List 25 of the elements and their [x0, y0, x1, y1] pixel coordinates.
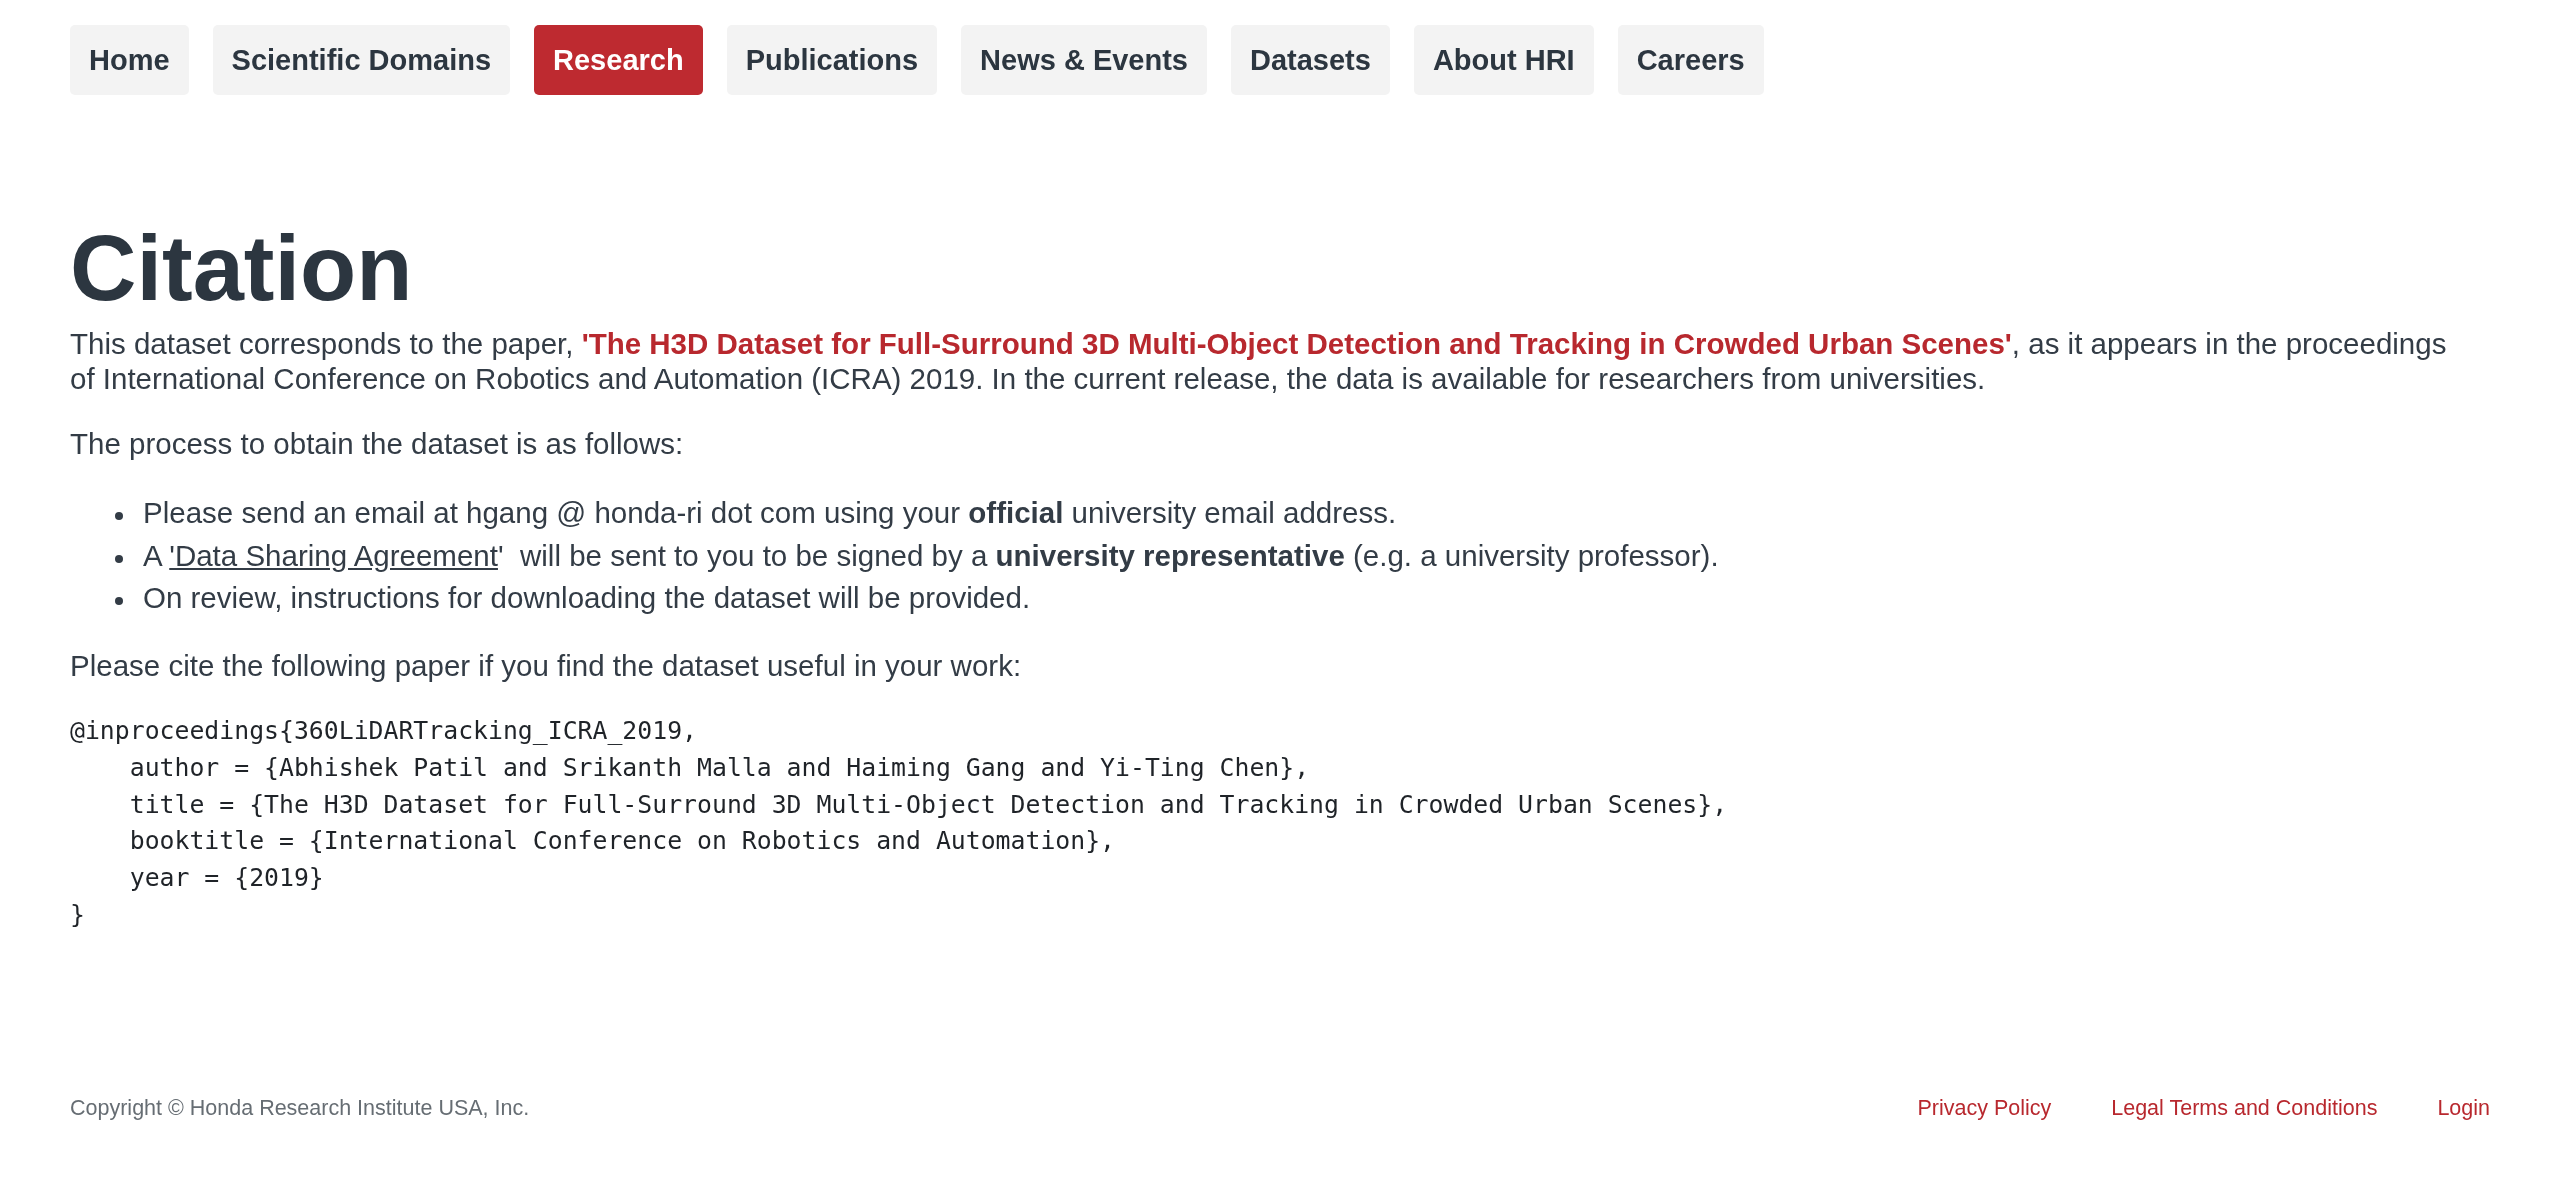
list-item: A 'Data Sharing Agreement' will be sent to you to be signed by a university representative (e.g. a university professor).: [143, 537, 1719, 574]
bullet-icon: [115, 512, 123, 520]
footer-link[interactable]: Login: [2437, 1093, 2490, 1122]
cite-paragraph: Please cite the following paper if you find the dataset useful in your work:: [70, 647, 1023, 683]
footer-link[interactable]: Privacy Policy: [1917, 1093, 2052, 1122]
nav-tab[interactable]: Datasets: [1231, 25, 1390, 95]
paper-link[interactable]: 'The H3D Dataset for Full-Surround 3D Multi-Object Detection and Tracking in Crowded Urban Scenes': [581, 327, 2012, 360]
footer-link[interactable]: Legal Terms and Conditions: [2111, 1093, 2378, 1122]
bullet-icon: [115, 554, 123, 563]
copyright-text: Copyright © Honda Research Institute USA, Inc.: [70, 1094, 530, 1122]
citation-code: @inproceedings{360LiDARTracking_ICRA_2019, author = {Abhishek Patil and Srikanth Malla and Haiming Gang and Yi-Ting Chen}, title = {The H3D Dataset for Full-Surround 3D Multi-Object Detection and Tracking in Crowded Urban Scenes}, booktitle = {International Conference on Robotics and Automation}, year = {2019} }: [70, 715, 1728, 931]
nav-tab[interactable]: News & Events: [961, 25, 1207, 95]
nav-tab[interactable]: Home: [70, 25, 189, 95]
nav-tab[interactable]: Research: [534, 25, 703, 95]
bullet-icon: [115, 597, 123, 605]
nav-tab[interactable]: Careers: [1617, 25, 1764, 95]
agreement-link[interactable]: 'Data Sharing Agreement: [169, 538, 498, 572]
nav-tab[interactable]: Publications: [726, 25, 938, 95]
nav-tab[interactable]: Scientific Domains: [212, 25, 511, 95]
nav-tab[interactable]: About HRI: [1413, 25, 1594, 95]
intro-paragraph: This dataset corresponds to the paper, 'The H3D Dataset for Full-Surround 3D Multi-Object Detection and Tracking in Crowded Urban Scenes', as it appears in the proceedings of International Conference on Robotics and Automation (ICRA) 2019. In the current release, the data is available for researchers from universities.: [70, 326, 2448, 396]
list-item: On review, instructions for downloading the dataset will be provided.: [143, 580, 1031, 616]
list-item: Please send an email at hgang @ honda-ri dot com using your official university email address.: [143, 495, 1397, 531]
process-paragraph: The process to obtain the dataset is as follows:: [70, 426, 685, 461]
page-title: Citation: [70, 222, 414, 314]
